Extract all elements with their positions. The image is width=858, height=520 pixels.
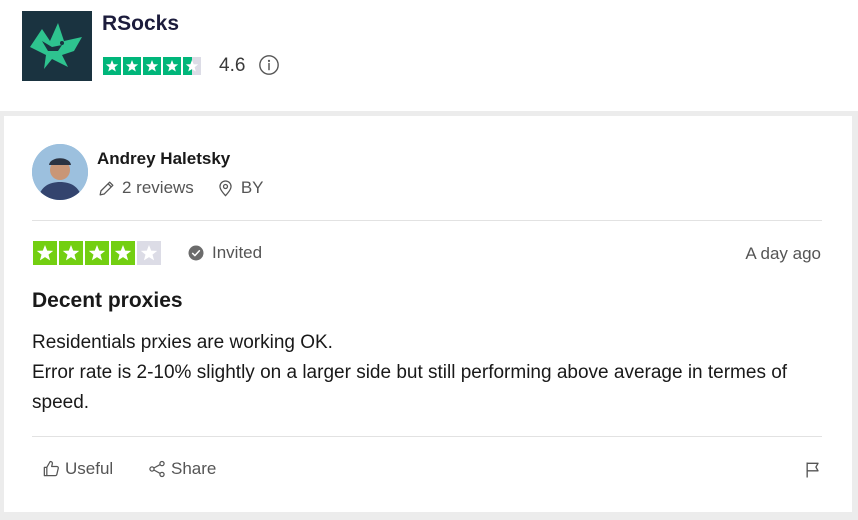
avatar[interactable] — [32, 144, 88, 200]
location-pin-icon — [219, 179, 232, 197]
review-rating-stars — [33, 241, 161, 265]
review-body-line: Residentials prxies are working OK. — [32, 332, 333, 353]
useful-button[interactable]: Useful — [41, 459, 113, 479]
info-icon[interactable] — [258, 54, 280, 76]
review-title[interactable]: Decent proxies — [32, 289, 183, 313]
reviewer-meta: 2 reviews BY — [97, 178, 264, 198]
company-logo[interactable] — [22, 11, 92, 81]
check-circle-icon — [188, 245, 204, 261]
pencil-icon — [99, 181, 114, 195]
invited-badge[interactable]: Invited — [187, 243, 262, 263]
invited-label: Invited — [212, 243, 263, 262]
star-icon — [163, 57, 181, 75]
share-button[interactable]: Share — [147, 459, 216, 479]
star-icon — [85, 241, 109, 265]
half-star-icon — [183, 57, 201, 75]
review-card: Andrey Haletsky 2 reviews BY Invited A d… — [4, 116, 852, 512]
company-header: RSocks 4.6 — [0, 0, 858, 111]
reviewer-name[interactable]: Andrey Haletsky — [97, 149, 230, 169]
star-icon — [103, 57, 121, 75]
star-icon — [33, 241, 57, 265]
empty-star-icon — [137, 241, 161, 265]
reviews-count: 2 reviews — [122, 178, 194, 197]
company-rating-stars — [103, 57, 201, 75]
star-icon — [143, 57, 161, 75]
star-icon — [111, 241, 135, 265]
divider — [32, 436, 822, 437]
company-name[interactable]: RSocks — [102, 12, 179, 36]
thumbs-up-icon — [43, 460, 59, 477]
reviewer-country: BY — [240, 178, 264, 197]
wolf-logo-icon — [30, 23, 82, 69]
review-body: Residentials prxies are working OK. Erro… — [32, 328, 822, 418]
star-icon — [59, 241, 83, 265]
useful-label: Useful — [65, 459, 114, 478]
review-date: A day ago — [745, 244, 821, 263]
company-rating-score: 4.6 — [219, 55, 246, 76]
star-icon — [123, 57, 141, 75]
share-label: Share — [171, 459, 217, 478]
review-body-line: Error rate is 2-10% slightly on a larger… — [32, 362, 788, 413]
share-icon — [149, 460, 165, 478]
reviewer-photo-icon — [32, 144, 88, 200]
flag-icon[interactable] — [803, 460, 823, 480]
divider — [32, 220, 822, 221]
